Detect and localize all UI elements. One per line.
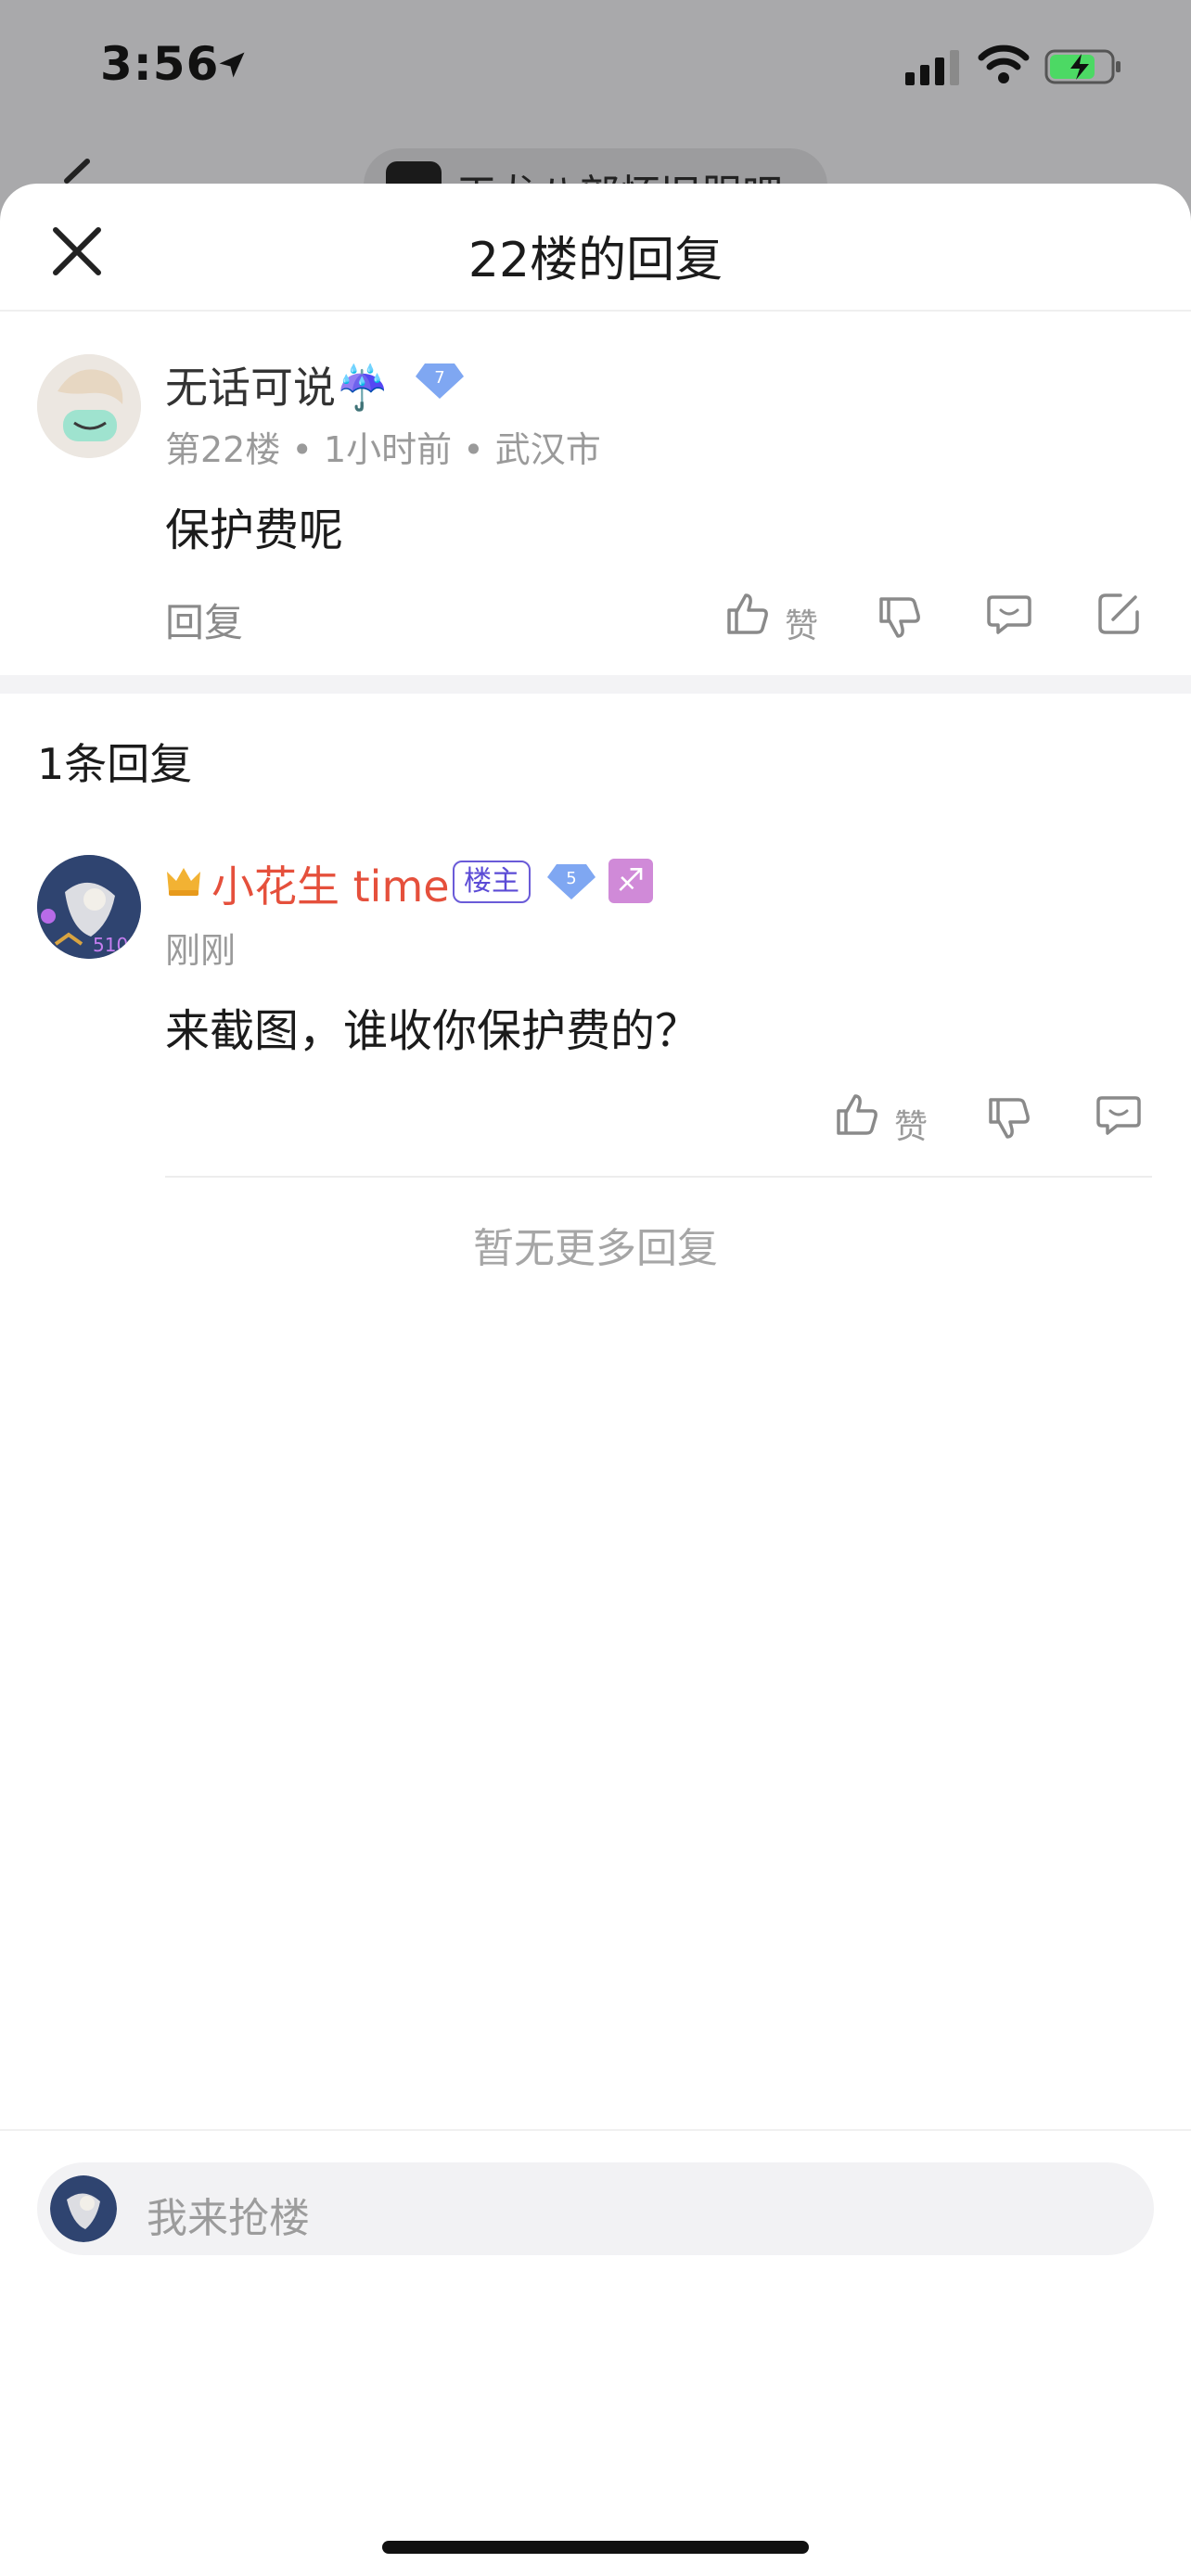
share-icon[interactable] bbox=[1095, 590, 1143, 638]
reply-divider bbox=[165, 1176, 1152, 1178]
floor-meta: 第22楼 • 1小时前 • 武汉市 bbox=[165, 421, 601, 472]
avatar[interactable] bbox=[37, 354, 141, 458]
sheet-title: 22楼的回复 bbox=[467, 233, 724, 288]
screen: 3:56 天龙八部怀旧服吧 bbox=[0, 0, 1191, 2576]
reply-input[interactable]: 我来抢楼 bbox=[37, 2162, 1154, 2255]
location-arrow-icon bbox=[219, 52, 245, 78]
section-divider bbox=[0, 675, 1191, 694]
signal-icon bbox=[905, 50, 959, 85]
thumbs-down-icon[interactable] bbox=[876, 593, 924, 642]
level-gem-icon: 7 bbox=[416, 363, 464, 399]
status-bar: 3:56 bbox=[0, 0, 1191, 130]
reply-time: 刚刚 bbox=[165, 930, 237, 971]
reply-button[interactable]: 回复 bbox=[165, 592, 243, 648]
no-more-replies: 暂无更多回复 bbox=[473, 1225, 718, 1272]
floor-time: 1小时前 bbox=[323, 429, 453, 470]
floor-number: 第22楼 bbox=[165, 429, 281, 470]
level-gem-icon: 5 bbox=[547, 864, 596, 899]
reply-level: 5 bbox=[566, 869, 576, 888]
wifi-icon bbox=[978, 45, 1030, 83]
battery-charging-icon bbox=[1044, 49, 1121, 84]
host-badge: 楼主 bbox=[453, 861, 531, 903]
like-label: 赞 bbox=[894, 1108, 928, 1146]
meta-separator: • bbox=[463, 429, 495, 470]
reply-count-title: 1条回复 bbox=[37, 739, 193, 789]
floor-location: 武汉市 bbox=[494, 429, 601, 470]
comment-icon[interactable] bbox=[985, 590, 1033, 638]
like-label: 赞 bbox=[785, 607, 819, 645]
zodiac-sagittarius-icon: ♐ bbox=[608, 859, 653, 903]
comment-icon[interactable] bbox=[1095, 1090, 1143, 1139]
thumbs-down-icon[interactable] bbox=[985, 1094, 1033, 1142]
my-avatar bbox=[50, 2175, 117, 2242]
avatar-image bbox=[50, 2175, 117, 2242]
reply-placeholder: 我来抢楼 bbox=[147, 2195, 310, 2242]
crown-icon bbox=[167, 868, 200, 896]
svg-text:510: 510 bbox=[93, 934, 128, 956]
reply-username[interactable]: 小花生 time bbox=[211, 853, 450, 914]
floor-level: 7 bbox=[434, 368, 444, 388]
thumbs-up-icon[interactable] bbox=[833, 1090, 881, 1139]
floor-content: 保护费呢 bbox=[165, 504, 344, 556]
avatar-image: 510 bbox=[37, 855, 141, 959]
home-indicator bbox=[382, 2541, 809, 2554]
meta-separator: • bbox=[291, 429, 324, 470]
avatar-image bbox=[37, 354, 141, 458]
sheet-header: 22楼的回复 bbox=[0, 184, 1191, 312]
floor-username[interactable]: 无话可说☔️ bbox=[165, 354, 389, 415]
thumbs-up-icon[interactable] bbox=[724, 590, 772, 638]
avatar[interactable]: 510 bbox=[37, 855, 141, 959]
bottom-reply-bar: 我来抢楼 bbox=[0, 2129, 1191, 2392]
reply-content: 来截图，谁收你保护费的？ bbox=[165, 1005, 700, 1057]
status-time: 3:56 bbox=[100, 37, 220, 91]
